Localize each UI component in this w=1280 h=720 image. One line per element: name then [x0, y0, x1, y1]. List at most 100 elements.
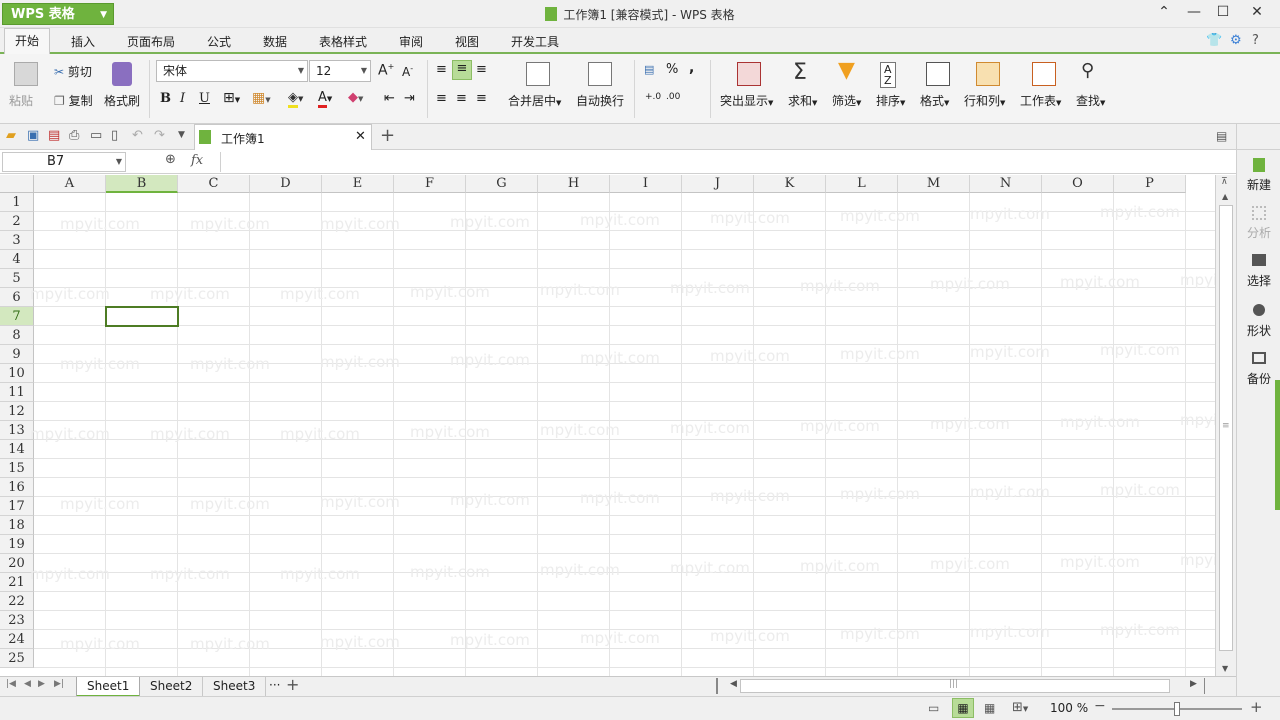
row-header[interactable]: 12: [0, 402, 34, 421]
row-header[interactable]: 15: [0, 459, 34, 478]
split-handle[interactable]: [716, 678, 718, 694]
minimize-button[interactable]: —: [1184, 4, 1204, 20]
filter-button[interactable]: 筛选▼: [832, 92, 861, 109]
save-icon[interactable]: ▣: [27, 128, 39, 143]
tab-data[interactable]: 数据: [263, 33, 287, 50]
column-header[interactable]: C: [178, 175, 250, 193]
merge-center-button[interactable]: 合并居中▼: [508, 92, 561, 109]
preview-icon[interactable]: ▯: [111, 128, 118, 143]
more-sheets-button[interactable]: ···: [269, 678, 280, 692]
row-header[interactable]: 4: [0, 250, 34, 269]
worksheet-button[interactable]: 工作表▼: [1020, 92, 1061, 109]
indent-increase-icon[interactable]: ⇥: [404, 91, 415, 106]
customize-chevron-icon[interactable]: ▼: [178, 130, 185, 140]
scroll-up-icon[interactable]: ▲: [1222, 192, 1228, 201]
font-color-icon[interactable]: A▼: [318, 90, 332, 108]
first-sheet-icon[interactable]: |◀: [6, 679, 16, 689]
row-header[interactable]: 16: [0, 478, 34, 497]
row-header[interactable]: 7: [0, 307, 34, 326]
column-header[interactable]: L: [826, 175, 898, 193]
row-header[interactable]: 14: [0, 440, 34, 459]
row-header[interactable]: 21: [0, 573, 34, 592]
indent-decrease-icon[interactable]: ⇤: [384, 91, 395, 106]
sidebar-item-shape[interactable]: 形状: [1237, 304, 1280, 339]
format-painter-button[interactable]: 格式刷: [104, 92, 140, 109]
row-header[interactable]: 9: [0, 345, 34, 364]
tab-insert[interactable]: 插入: [71, 33, 95, 50]
font-name-select[interactable]: 宋体 ▼: [156, 60, 308, 82]
align-top-icon[interactable]: ≡: [436, 62, 447, 77]
scroll-down-icon[interactable]: ▼: [1222, 664, 1228, 673]
sheet-tab-1[interactable]: Sheet1: [76, 677, 141, 697]
row-header[interactable]: 19: [0, 535, 34, 554]
row-header[interactable]: 11: [0, 383, 34, 402]
increase-font-icon[interactable]: A+: [378, 62, 394, 79]
help-icon[interactable]: ?: [1252, 33, 1259, 48]
print-preview-icon[interactable]: ▭: [90, 128, 102, 143]
add-sheet-icon[interactable]: +: [286, 675, 299, 694]
collapse-ribbon-icon[interactable]: ⌃: [1154, 4, 1174, 20]
increase-decimal-icon[interactable]: +.0: [645, 92, 661, 102]
row-header[interactable]: 17: [0, 497, 34, 516]
row-header[interactable]: 3: [0, 231, 34, 250]
paste-icon[interactable]: [14, 62, 38, 86]
fullscreen-icon[interactable]: ⊞▼: [1012, 700, 1028, 715]
wrap-text-button[interactable]: 自动换行: [576, 92, 624, 109]
row-header[interactable]: 18: [0, 516, 34, 535]
find-button[interactable]: 查找▼: [1076, 92, 1105, 109]
tab-formulas[interactable]: 公式: [207, 33, 231, 50]
scroll-right-icon[interactable]: ▶: [1190, 679, 1197, 689]
document-tab[interactable]: 工作簿1 ✕: [194, 124, 372, 150]
decrease-decimal-icon[interactable]: .00: [666, 92, 680, 102]
zoom-out-icon[interactable]: −: [1094, 698, 1106, 714]
horizontal-scroll-thumb[interactable]: |||: [740, 679, 1170, 693]
column-header[interactable]: F: [394, 175, 466, 193]
align-middle-icon[interactable]: ≡: [452, 60, 472, 80]
italic-icon[interactable]: I: [180, 91, 185, 106]
cell-style-icon[interactable]: ▦▼: [252, 90, 271, 106]
undo-icon[interactable]: ↶: [132, 128, 143, 143]
column-header[interactable]: N: [970, 175, 1042, 193]
open-icon[interactable]: ▰: [6, 128, 16, 143]
prev-sheet-icon[interactable]: ◀: [24, 679, 31, 689]
settings-icon[interactable]: ⚙: [1230, 33, 1242, 48]
name-box[interactable]: B7 ▼: [2, 152, 126, 172]
scroll-thumb[interactable]: ≡: [1219, 205, 1233, 651]
spreadsheet-grid[interactable]: A B C D E F G H I J K L M N O P 1 2 3 4 5 6 7 8 9 10 11 12 13 14 15 16 1…: [0, 175, 1215, 676]
new-tab-icon[interactable]: +: [380, 125, 395, 146]
highlight-button[interactable]: 突出显示▼: [720, 92, 773, 109]
format-button[interactable]: 格式▼: [920, 92, 949, 109]
next-sheet-icon[interactable]: ▶: [38, 679, 45, 689]
row-header[interactable]: 8: [0, 326, 34, 345]
column-header[interactable]: E: [322, 175, 394, 193]
sheet-tab-2[interactable]: Sheet2: [140, 677, 204, 697]
align-center-icon[interactable]: ≡: [456, 91, 467, 106]
rows-cols-button[interactable]: 行和列▼: [964, 92, 1005, 109]
zoom-slider[interactable]: [1112, 702, 1242, 716]
tab-view[interactable]: 视图: [455, 33, 479, 50]
sidebar-collapse-handle[interactable]: [1275, 380, 1280, 510]
tab-page-layout[interactable]: 页面布局: [127, 33, 175, 50]
row-header[interactable]: 22: [0, 592, 34, 611]
decrease-font-icon[interactable]: A-: [402, 64, 413, 79]
column-header[interactable]: A: [34, 175, 106, 193]
tab-table-style[interactable]: 表格样式: [319, 33, 367, 50]
vertical-scrollbar[interactable]: ⊼ ▲ ≡ ▼: [1215, 175, 1236, 676]
tab-review[interactable]: 审阅: [399, 33, 423, 50]
skin-icon[interactable]: 👕: [1206, 33, 1222, 48]
print-icon[interactable]: ⎙: [69, 128, 79, 143]
percent-button[interactable]: %: [666, 62, 678, 77]
row-header[interactable]: 24: [0, 630, 34, 649]
comma-button[interactable]: ,: [689, 60, 694, 76]
bold-icon[interactable]: B: [160, 91, 171, 106]
row-header[interactable]: 25: [0, 649, 34, 668]
column-header[interactable]: M: [898, 175, 970, 193]
sidebar-item-analysis[interactable]: 分析: [1237, 206, 1280, 241]
column-header[interactable]: H: [538, 175, 610, 193]
zoom-in-icon[interactable]: +: [1250, 698, 1263, 716]
select-all-corner[interactable]: [0, 175, 34, 193]
sheet-tab-3[interactable]: Sheet3: [203, 677, 267, 697]
page-break-view-icon[interactable]: ▦: [984, 701, 995, 715]
close-tab-icon[interactable]: ✕: [355, 129, 366, 144]
tab-developer[interactable]: 开发工具: [511, 33, 559, 50]
